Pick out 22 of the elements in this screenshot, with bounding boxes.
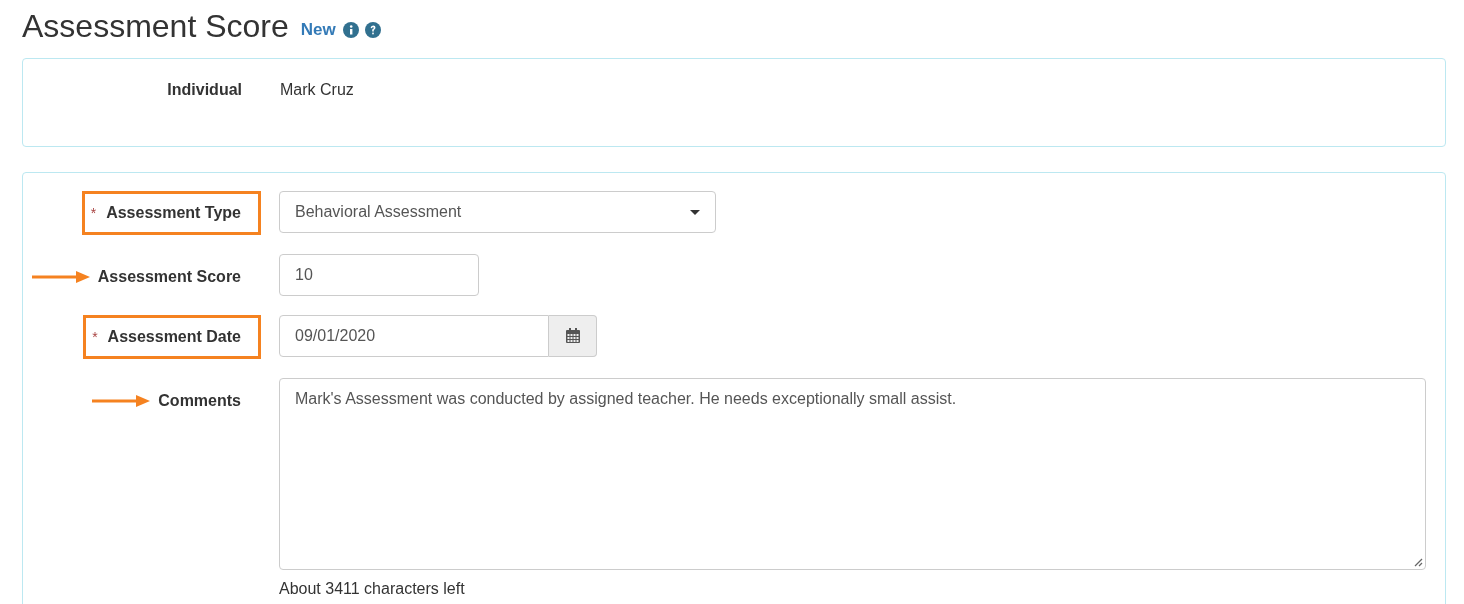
calendar-button[interactable] <box>549 315 597 357</box>
comments-textarea[interactable]: Mark's Assessment was conducted by assigned teacher. He needs exceptionally small assist. <box>279 378 1426 570</box>
score-input[interactable]: 10 <box>279 254 479 296</box>
info-icon[interactable] <box>342 22 359 38</box>
page-title: Assessment Score <box>22 7 289 46</box>
required-asterisk: * <box>90 203 97 223</box>
help-icon[interactable] <box>364 22 381 38</box>
calendar-icon <box>564 328 581 344</box>
required-asterisk: * <box>92 327 98 347</box>
field-label: Individual <box>167 80 242 100</box>
resize-handle-icon[interactable] <box>1414 558 1423 567</box>
comments-text: Mark's Assessment was conducted by assigned teacher. He needs exceptionally small assist. <box>295 390 957 407</box>
date-input[interactable]: 09/01/2020 <box>279 315 549 357</box>
caret-icon <box>690 209 700 215</box>
field-label: Assessment Date <box>107 327 241 347</box>
type-dropdown[interactable]: Behavioral Assessment <box>279 191 716 233</box>
status-label: New <box>300 19 336 42</box>
individual-name: Mark Cruz <box>280 80 354 100</box>
field-label: Assessment Score <box>97 267 241 287</box>
field-label: Assessment Type <box>106 203 241 223</box>
field-label: Comments <box>158 391 241 411</box>
characters-left-text: About 3411 characters left <box>279 579 466 599</box>
